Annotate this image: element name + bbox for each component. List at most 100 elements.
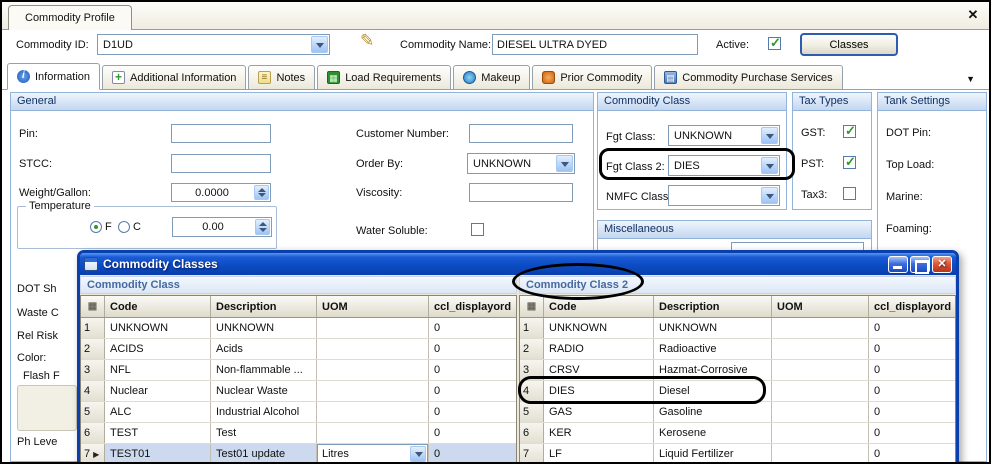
- displayord-cell: 0: [429, 381, 517, 401]
- tab-item[interactable]: Information: [7, 63, 100, 90]
- chevron-down-icon[interactable]: [761, 157, 778, 174]
- displayord-cell: 0: [869, 402, 956, 422]
- chevron-down-icon[interactable]: [761, 187, 778, 204]
- table-row[interactable]: 4▶ Nuclear Nuclear Waste 0: [81, 381, 516, 402]
- column-header[interactable]: UOM: [772, 296, 869, 317]
- minimize-button[interactable]: [888, 256, 908, 273]
- table-row[interactable]: 3 CRSV Hazmat-Corrosive 0: [520, 360, 955, 381]
- tab-item[interactable]: Makeup: [453, 65, 530, 89]
- commodity-name-input[interactable]: [492, 34, 698, 55]
- grid-corner-icon: ▦: [527, 301, 536, 312]
- fgt-class-select[interactable]: UNKNOWN: [668, 125, 780, 146]
- uom-dropdown-arrow-icon[interactable]: [410, 446, 426, 462]
- chevron-down-icon[interactable]: [311, 36, 328, 53]
- uom-cell[interactable]: Litres: [317, 444, 429, 464]
- commodity-class-2-grid: ▦ Code Description UOM ccl_displayord 1 …: [519, 295, 956, 464]
- dialog-titlebar[interactable]: Commodity Classes: [80, 253, 956, 275]
- window-close-icon[interactable]: ✕: [964, 6, 982, 24]
- uom-cell[interactable]: [317, 402, 429, 422]
- column-header[interactable]: UOM: [317, 296, 429, 317]
- window-tab-strip: Commodity Profile ✕: [2, 2, 989, 30]
- water-soluble-checkbox[interactable]: [471, 223, 484, 236]
- column-header[interactable]: ccl_displayord: [869, 296, 956, 317]
- table-row[interactable]: 2▶ ACIDS Acids 0: [81, 339, 516, 360]
- tab-item[interactable]: Prior Commodity: [532, 65, 652, 89]
- close-button[interactable]: [932, 256, 952, 273]
- table-row[interactable]: 2 RADIO Radioactive 0: [520, 339, 955, 360]
- fgt-class2-select[interactable]: DIES: [668, 155, 780, 176]
- tax-checkbox[interactable]: [843, 125, 856, 138]
- maximize-button[interactable]: [910, 256, 930, 273]
- table-row[interactable]: 1▶ UNKNOWN UNKNOWN 0: [81, 318, 516, 339]
- tax-types-group-header: Tax Types: [793, 93, 871, 111]
- spinner-buttons[interactable]: [255, 219, 270, 235]
- tab-icon: [258, 71, 271, 84]
- active-checkbox[interactable]: [768, 37, 781, 50]
- temperature-spinner[interactable]: 0.00: [172, 217, 272, 237]
- description-cell: Gasoline: [654, 402, 772, 422]
- row-number-cell: 2: [520, 339, 544, 359]
- window-tab-commodity-profile[interactable]: Commodity Profile: [8, 5, 132, 30]
- table-row[interactable]: 6▶ TEST Test 0: [81, 423, 516, 444]
- column-header[interactable]: Description: [654, 296, 772, 317]
- temperature-label: Temperature: [26, 200, 94, 212]
- grid-header-row: ▦ Code Description UOM ccl_displayord: [81, 296, 516, 318]
- tank-setting-label: Marine:: [886, 191, 923, 203]
- row-number-cell: 4▶: [81, 381, 105, 401]
- code-cell: CRSV: [544, 360, 654, 380]
- column-header[interactable]: Code: [105, 296, 211, 317]
- chevron-down-icon[interactable]: [556, 155, 573, 172]
- tax-checkbox[interactable]: [843, 187, 856, 200]
- current-row-marker-icon: ▶: [93, 450, 99, 459]
- code-cell: Nuclear: [105, 381, 211, 401]
- classes-button[interactable]: Classes: [800, 33, 898, 56]
- nmfc-class-select[interactable]: [668, 185, 780, 206]
- fgt-class2-value: DIES: [674, 160, 700, 172]
- commodity-name-label: Commodity Name:: [400, 39, 491, 51]
- tab-item[interactable]: Commodity Purchase Services: [654, 65, 842, 89]
- order-by-select[interactable]: UNKNOWN: [467, 153, 575, 174]
- table-row[interactable]: 5▶ ALC Industrial Alcohol 0: [81, 402, 516, 423]
- column-header[interactable]: ccl_displayord: [429, 296, 517, 317]
- uom-cell[interactable]: [317, 339, 429, 359]
- commodity-id-select[interactable]: D1UD: [97, 34, 330, 55]
- customer-number-input[interactable]: [469, 124, 573, 143]
- displayord-cell: 0: [429, 339, 517, 359]
- weight-gallon-spinner[interactable]: 0.0000: [171, 183, 271, 202]
- chevron-down-icon[interactable]: [761, 127, 778, 144]
- table-row[interactable]: 7▶ TEST01 Test01 update Litres 0: [81, 444, 516, 464]
- table-row[interactable]: 3▶ NFL Non-flammable ... 0: [81, 360, 516, 381]
- tab-item[interactable]: Load Requirements: [317, 65, 451, 89]
- water-soluble-label: Water Soluble:: [356, 225, 428, 237]
- tax-checkbox[interactable]: [843, 156, 856, 169]
- tab-item[interactable]: Additional Information: [102, 65, 246, 89]
- tax-label: Tax3:: [801, 189, 827, 201]
- tab-item[interactable]: Notes: [248, 65, 315, 89]
- commodity-classes-dialog: Commodity Classes Commodity Class Commod…: [77, 250, 959, 464]
- uom-cell[interactable]: [317, 381, 429, 401]
- uom-cell[interactable]: [317, 423, 429, 443]
- fgt-class-value: UNKNOWN: [674, 130, 732, 142]
- fahrenheit-radio[interactable]: [90, 221, 102, 233]
- tank-setting-row: Top Load:: [878, 149, 986, 181]
- column-header[interactable]: Code: [544, 296, 654, 317]
- edit-pencil-icon[interactable]: ✎: [360, 31, 374, 51]
- celsius-radio[interactable]: [118, 221, 130, 233]
- table-row[interactable]: 4 DIES Diesel 0: [520, 381, 955, 402]
- uom-cell[interactable]: [317, 318, 429, 338]
- uom-cell[interactable]: [317, 360, 429, 380]
- tab-overflow-icon[interactable]: ▼: [966, 74, 975, 84]
- pin-input[interactable]: [171, 124, 271, 143]
- column-header[interactable]: Description: [211, 296, 317, 317]
- description-cell: UNKNOWN: [211, 318, 317, 338]
- description-cell: Non-flammable ...: [211, 360, 317, 380]
- table-row[interactable]: 7 LF Liquid Fertilizer 0: [520, 444, 955, 464]
- stcc-input[interactable]: [171, 154, 271, 173]
- viscosity-input[interactable]: [469, 183, 573, 202]
- spinner-buttons[interactable]: [254, 185, 269, 200]
- table-row[interactable]: 6 KER Kerosene 0: [520, 423, 955, 444]
- displayord-cell: 0: [869, 381, 956, 401]
- table-row[interactable]: 5 GAS Gasoline 0: [520, 402, 955, 423]
- temperature-group: Temperature F C 0.00: [17, 206, 277, 249]
- table-row[interactable]: 1 UNKNOWN UNKNOWN 0: [520, 318, 955, 339]
